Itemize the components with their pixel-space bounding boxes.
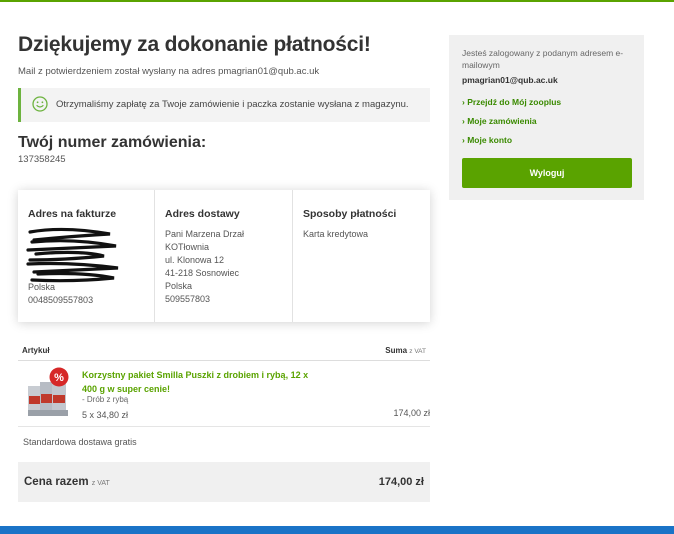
order-number: 137358245: [18, 154, 66, 165]
smiley-icon: [32, 96, 48, 112]
shipping-line: KOTłownia: [165, 242, 210, 252]
logout-button[interactable]: Wyloguj: [462, 158, 632, 188]
sidebar-link-my-account[interactable]: › Moje konto: [462, 135, 512, 145]
billing-phone: 0048509557803: [28, 295, 94, 305]
payment-received-notice: Otrzymaliśmy zapłatę za Twoje zamówienie…: [18, 88, 430, 122]
bottom-blue-bar: [0, 526, 674, 534]
logged-in-text: Jesteś zalogowany z podanym adresem e-ma…: [462, 48, 624, 70]
row-divider: [18, 426, 430, 427]
payment-method-column: Sposoby płatności Karta kredytowa: [293, 190, 430, 322]
shipping-address-heading: Adres dostawy: [165, 208, 240, 220]
sum-column-header: Suma z VAT: [385, 346, 426, 355]
article-column-header: Artykuł: [22, 346, 50, 355]
sidebar-link-my-orders[interactable]: › Moje zamówienia: [462, 116, 537, 126]
sum-vat-label: z VAT: [409, 348, 426, 355]
address-card: Adres na fakturze Polska 0048509557803 A…: [18, 190, 430, 322]
shipping-line: 509557803: [165, 294, 211, 304]
payment-method: Karta kredytowa: [303, 229, 369, 239]
redaction-scribble: [26, 227, 119, 283]
top-accent-bar: [0, 0, 674, 2]
product-line-total: 174,00 zł: [393, 408, 430, 418]
total-vat-label: z VAT: [91, 480, 110, 487]
billing-address-heading: Adres na fakturze: [28, 208, 117, 220]
product-quantity-price: 5 x 34,80 zł: [82, 410, 129, 420]
percent-badge-text: %: [54, 372, 64, 384]
total-value: 174,00 zł: [378, 476, 424, 488]
billing-address-column: Adres na fakturze Polska 0048509557803: [18, 190, 155, 322]
page-title: Dziękujemy za dokonanie płatności!: [18, 33, 371, 56]
notice-text: Otrzymaliśmy zapłatę za Twoje zamówienie…: [56, 99, 409, 110]
account-email: pmagrian01@qub.ac.uk: [462, 75, 558, 85]
shipping-line: 41-218 Sosnowiec: [165, 268, 240, 278]
product-name-link[interactable]: Korzystny pakiet Smilla Puszki z drobiem…: [82, 368, 322, 396]
shipping-line: ul. Klonowa 12: [165, 255, 225, 265]
confirmation-email-note: Mail z potwierdzeniem został wysłany na …: [18, 66, 320, 77]
items-table-header: Artykuł Suma z VAT: [18, 346, 430, 361]
order-number-heading: Twój numer zamówienia:: [18, 134, 207, 151]
shipping-line: Pani Marzena Drzał: [165, 229, 245, 239]
product-variant: - Drób z rybą: [82, 395, 129, 404]
sum-label: Suma: [385, 346, 408, 355]
shipping-note: Standardowa dostawa gratis: [23, 437, 137, 447]
total-label-text: Cena razem: [24, 476, 89, 488]
shipping-line: Polska: [165, 281, 193, 291]
order-total-bar: Cena razem z VAT 174,00 zł: [18, 462, 430, 502]
product-image[interactable]: %: [26, 366, 72, 418]
shipping-address-column: Adres dostawy Pani Marzena Drzał KOTłown…: [155, 190, 293, 322]
sidebar-link-my-zooplus[interactable]: › Przejdź do Mój zooplus: [462, 97, 561, 107]
payment-method-heading: Sposoby płatności: [303, 208, 397, 220]
total-label: Cena razem z VAT: [24, 476, 110, 488]
